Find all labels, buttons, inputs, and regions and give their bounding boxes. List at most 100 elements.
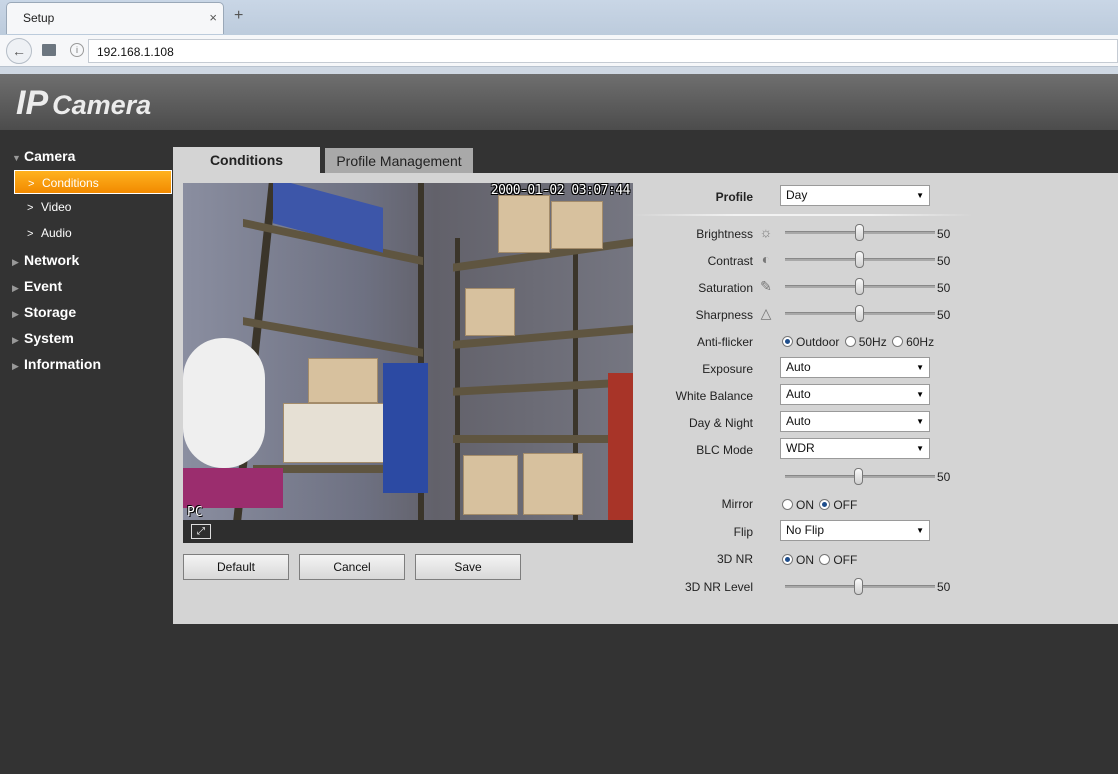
brightness-value: 50 <box>937 227 951 241</box>
white-balance-value: Auto <box>786 387 811 401</box>
chevron-down-icon: ▼ <box>916 526 924 535</box>
sharpness-slider-thumb[interactable] <box>855 305 864 322</box>
sidebar-item-label: Camera <box>24 148 76 164</box>
3d-nr-label: 3D NR <box>716 552 753 566</box>
new-tab-icon[interactable]: + <box>234 7 243 25</box>
sidebar-item-event[interactable]: ▶ Event <box>12 278 62 294</box>
white-balance-select[interactable]: Auto ▼ <box>780 384 930 405</box>
save-button[interactable]: Save <box>415 554 521 580</box>
day-night-value: Auto <box>786 414 811 428</box>
contrast-value: 50 <box>937 254 951 268</box>
radio-button[interactable] <box>782 336 793 347</box>
radio-button[interactable] <box>782 554 793 565</box>
anti-flicker-radio-group: Outdoor 50Hz 60Hz <box>782 335 936 349</box>
mirror-on-option[interactable]: ON <box>782 498 814 512</box>
brightness-slider-thumb[interactable] <box>855 224 864 241</box>
sidebar-item-label: Storage <box>24 304 77 320</box>
3d-nr-radio-group: ON OFF <box>782 553 859 567</box>
contrast-label: Contrast <box>707 254 753 268</box>
anti-flicker-60hz-option[interactable]: 60Hz <box>892 335 934 349</box>
day-night-label: Day & Night <box>688 416 753 430</box>
sidebar-item-label: Event <box>24 278 63 294</box>
contrast-slider-thumb[interactable] <box>855 251 864 268</box>
radio-button[interactable] <box>819 554 831 565</box>
chevron-down-icon: ▼ <box>916 390 924 399</box>
3d-nr-off-option[interactable]: OFF <box>819 553 857 567</box>
radio-button[interactable] <box>782 499 793 510</box>
apps-icon[interactable] <box>42 44 56 56</box>
chevron-right-icon: > <box>28 178 35 190</box>
sun-icon: ☼ <box>759 224 773 240</box>
sharpness-value: 50 <box>937 308 951 322</box>
3d-nr-level-slider-thumb[interactable] <box>854 578 863 595</box>
video-channel-label: PC <box>187 505 203 520</box>
sidebar-item-label: System <box>24 330 74 346</box>
chevron-down-icon: ▼ <box>12 153 21 163</box>
video-shelf <box>453 435 633 443</box>
back-arrow-icon[interactable]: ← <box>6 38 32 64</box>
sidebar-subitem-audio[interactable]: > Audio <box>14 221 172 245</box>
chevron-down-icon: ▼ <box>916 363 924 372</box>
sidebar-subitem-label: Video <box>41 200 72 214</box>
sidebar-item-system[interactable]: ▶ System <box>12 330 74 346</box>
saturation-value: 50 <box>937 281 951 295</box>
saturation-label: Saturation <box>698 281 753 295</box>
browser-tab-title: Setup <box>23 11 55 25</box>
radio-label: 50Hz <box>858 335 887 349</box>
sidebar-item-storage[interactable]: ▶ Storage <box>12 304 76 320</box>
flip-select[interactable]: No Flip ▼ <box>780 520 930 541</box>
browser-tabstrip: Setup × + <box>0 0 1118 36</box>
logo-ip: IP <box>16 84 49 122</box>
profile-value: Day <box>786 188 808 202</box>
mirror-off-option[interactable]: OFF <box>819 498 857 512</box>
anti-flicker-50hz-option[interactable]: 50Hz <box>844 335 887 349</box>
radio-button[interactable] <box>892 336 904 347</box>
radio-label: OFF <box>833 553 858 567</box>
profile-select[interactable]: Day ▼ <box>780 185 930 206</box>
chevron-right-icon: > <box>27 202 34 214</box>
tab-conditions[interactable]: Conditions <box>173 147 320 173</box>
info-icon[interactable]: i <box>70 43 84 57</box>
video-object <box>183 338 265 468</box>
app-header: IP Camera <box>0 74 1118 130</box>
default-button[interactable]: Default <box>183 554 289 580</box>
sidebar-item-network[interactable]: ▶ Network <box>12 252 79 268</box>
video-object <box>183 468 283 508</box>
3d-nr-on-option[interactable]: ON <box>782 553 814 567</box>
sidebar-subitem-video[interactable]: > Video <box>14 195 172 219</box>
video-shelf-pole <box>455 238 460 520</box>
day-night-select[interactable]: Auto ▼ <box>780 411 930 432</box>
browser-navbar: ← i 192.168.1.108 <box>0 35 1118 67</box>
radio-button[interactable] <box>844 336 856 347</box>
blc-level-slider-thumb[interactable] <box>854 468 863 485</box>
sidebar-item-camera[interactable]: ▼ Camera <box>12 148 75 164</box>
anti-flicker-outdoor-option[interactable]: Outdoor <box>782 335 839 349</box>
radio-button[interactable] <box>819 499 831 510</box>
radio-label: 60Hz <box>906 335 935 349</box>
white-balance-label: White Balance <box>675 389 753 403</box>
close-tab-icon[interactable]: × <box>209 10 217 25</box>
blc-mode-value: WDR <box>786 441 815 455</box>
exposure-select[interactable]: Auto ▼ <box>780 357 930 378</box>
sharpness-icon: △ <box>760 305 772 321</box>
tab-profile-management[interactable]: Profile Management <box>325 148 473 173</box>
chevron-down-icon: ▼ <box>916 417 924 426</box>
address-bar[interactable]: 192.168.1.108 <box>88 39 1118 63</box>
video-box <box>551 201 603 249</box>
sidebar: ▼ Camera > Conditions > Video > Audio ▶ Netwo… <box>0 130 173 774</box>
saturation-slider-thumb[interactable] <box>855 278 864 295</box>
content-tabs: Conditions Profile Management <box>173 147 1118 173</box>
blc-mode-select[interactable]: WDR ▼ <box>780 438 930 459</box>
sidebar-item-information[interactable]: ▶ Information <box>12 356 101 372</box>
3d-nr-level-label: 3D NR Level <box>684 580 753 594</box>
browser-tab[interactable]: Setup × <box>6 2 224 34</box>
cancel-button[interactable]: Cancel <box>299 554 405 580</box>
video-box <box>498 195 550 253</box>
fullscreen-icon[interactable]: ⤢ <box>191 524 211 539</box>
sidebar-item-label: Information <box>24 356 101 372</box>
exposure-label: Exposure <box>702 362 753 376</box>
browser-chrome: Setup × + ← i 192.168.1.108 <box>0 0 1118 74</box>
mirror-radio-group: ON OFF <box>782 498 859 512</box>
sidebar-subitem-conditions[interactable]: > Conditions <box>14 170 172 194</box>
radio-label: Outdoor <box>796 335 840 349</box>
